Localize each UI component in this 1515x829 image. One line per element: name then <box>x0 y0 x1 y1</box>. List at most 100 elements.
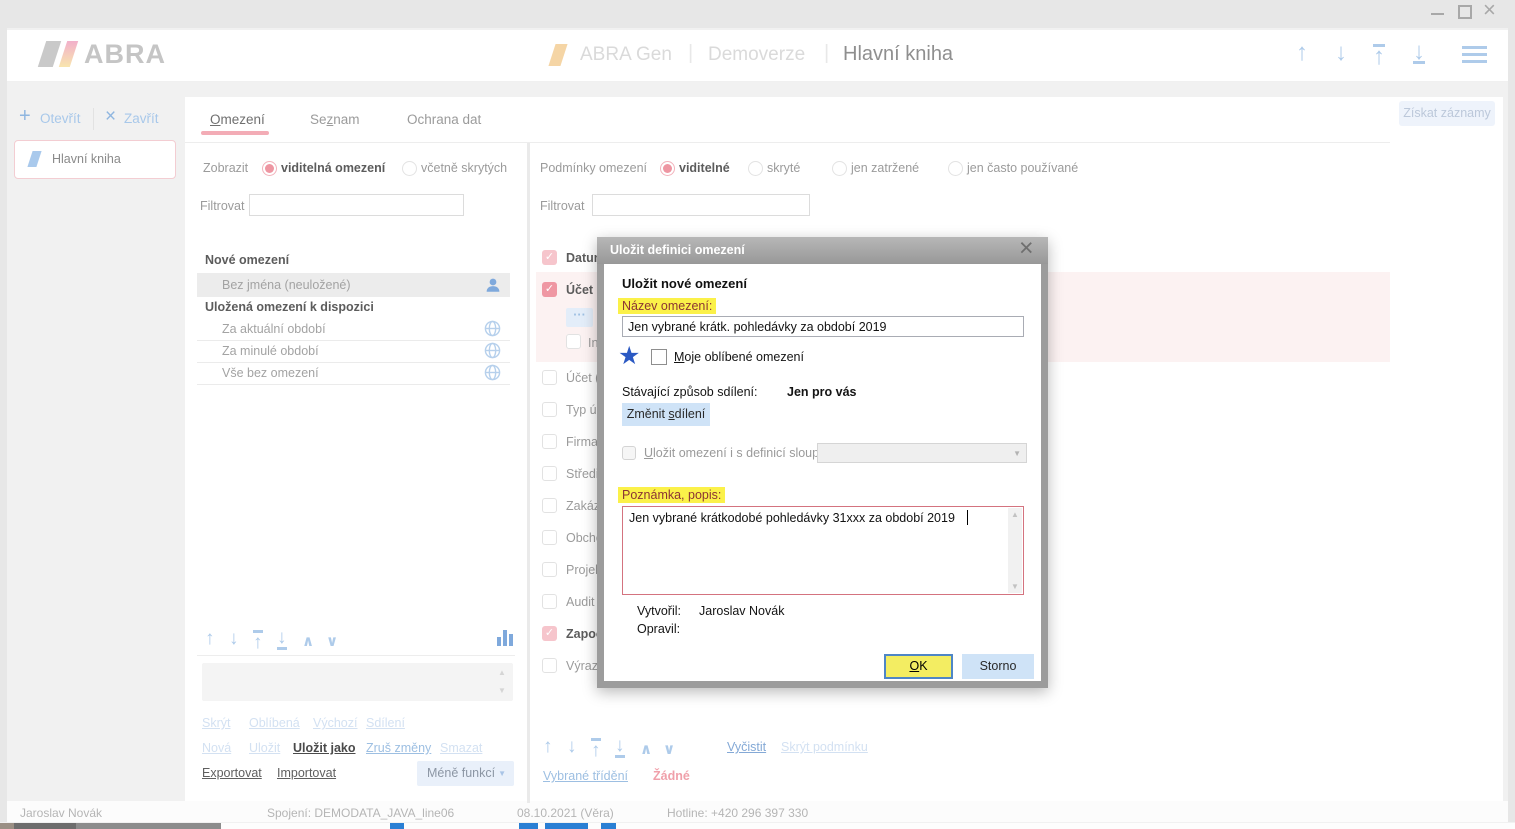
move-down-icon[interactable]: ↓ <box>567 737 577 756</box>
list-item-label: Za aktuální období <box>222 322 326 336</box>
link-vybrane-trideni[interactable]: Vybrané třídění <box>543 769 628 783</box>
move-bottom-icon[interactable]: ↓ <box>615 736 625 758</box>
taskbar-icon <box>519 823 538 829</box>
link-ulozit-jako[interactable]: Uložit jako <box>293 741 356 755</box>
condition-label[interactable]: Účet <box>566 283 593 297</box>
radio-conditions-frequent-label[interactable]: jen často používané <box>967 161 1078 175</box>
dialog-close-icon[interactable]: × <box>1019 234 1034 263</box>
close-window-button[interactable]: × <box>1483 0 1496 23</box>
checkbox-stredisko[interactable] <box>542 466 557 481</box>
checkbox-audit[interactable] <box>542 594 557 609</box>
scroll-up-icon[interactable]: ▲ <box>1011 510 1019 519</box>
checkbox-firma[interactable] <box>542 434 557 449</box>
checkbox-datum[interactable]: ✓ <box>542 250 557 265</box>
filter-input-middle[interactable] <box>592 194 810 216</box>
link-smazat[interactable]: Smazat <box>440 741 482 755</box>
link-zrus-zmeny[interactable]: Zruš změny <box>366 741 431 755</box>
radio-conditions-frequent[interactable] <box>948 161 963 176</box>
link-ulozit[interactable]: Uložit <box>249 741 280 755</box>
maximize-button[interactable] <box>1458 5 1472 19</box>
expression-box-disabled <box>202 663 513 701</box>
status-hotline: Hotline: +420 296 397 330 <box>667 806 808 820</box>
radio-hidden-label[interactable]: včetně skrytých <box>421 161 507 175</box>
radio-conditions-checked-label[interactable]: jen zatržené <box>851 161 919 175</box>
checkbox-vyraz[interactable] <box>542 658 557 673</box>
chevron-down-icon[interactable]: ∨ <box>326 632 338 651</box>
close-button[interactable]: Zavřít <box>124 111 159 126</box>
spinner-up-icon[interactable]: ▲ <box>498 668 506 677</box>
header-move-up-icon[interactable]: ↑ <box>1296 43 1308 62</box>
tab-seznam[interactable]: Seznam <box>310 112 360 127</box>
condition-label[interactable]: Audit <box>566 595 595 609</box>
move-bottom-icon[interactable]: ↓ <box>277 628 287 650</box>
minimize-button[interactable] <box>1431 13 1444 15</box>
filter-label: Filtrovat <box>540 199 584 213</box>
header-move-top-icon[interactable]: ↑ <box>1373 44 1385 66</box>
checkbox-inv[interactable] <box>566 334 581 349</box>
status-date: 08.10.2021 (Věra) <box>517 806 614 820</box>
text-cursor <box>967 510 968 525</box>
change-sharing-button[interactable]: Změnit sdílení <box>622 403 710 426</box>
checkbox-typ-uctu[interactable] <box>542 402 557 417</box>
link-vycistit[interactable]: Vyčistit <box>727 740 766 754</box>
less-functions-dropdown[interactable]: Méně funkcí ▼ <box>417 761 514 786</box>
checkbox-zapocteni[interactable]: ✓ <box>542 626 557 641</box>
condition-label[interactable]: Výraz <box>566 659 598 673</box>
radio-conditions-checked[interactable] <box>832 161 847 176</box>
link-importovat[interactable]: Importovat <box>277 766 336 780</box>
checkbox-ucet[interactable]: ✓ <box>542 282 557 297</box>
favorite-label[interactable]: Moje oblíbené omezení <box>674 350 804 364</box>
scroll-down-icon[interactable]: ▼ <box>1011 582 1019 591</box>
tab-ochrana-dat[interactable]: Ochrana dat <box>407 112 481 127</box>
hamburger-menu-icon[interactable] <box>1462 46 1487 64</box>
link-nova[interactable]: Nová <box>202 741 231 755</box>
chevron-up-icon[interactable]: ∧ <box>640 740 652 759</box>
checkbox-obchod[interactable] <box>542 530 557 545</box>
move-up-icon[interactable]: ↑ <box>205 629 215 648</box>
favorite-checkbox[interactable] <box>651 349 667 365</box>
radio-visible-restrictions[interactable] <box>262 161 277 176</box>
sidebar-button-divider <box>93 108 94 130</box>
condition-label[interactable]: Firma <box>566 435 598 449</box>
header-move-bottom-icon[interactable]: ↓ <box>1413 42 1425 64</box>
spinner-down-icon[interactable]: ▼ <box>498 686 506 695</box>
chevron-up-icon[interactable]: ∧ <box>302 632 314 651</box>
filter-input-left[interactable] <box>249 194 464 216</box>
taskbar-segment <box>0 823 14 829</box>
radio-conditions-visible[interactable] <box>660 161 675 176</box>
link-sdileni[interactable]: Sdílení <box>366 716 405 730</box>
bar-chart-icon[interactable] <box>497 630 515 646</box>
note-textarea[interactable]: Jen vybrané krátkodobé pohledávky 31xxx … <box>622 506 1024 595</box>
radio-visible-label[interactable]: viditelná omezení <box>281 161 385 175</box>
dots-button[interactable]: ··· <box>566 308 593 327</box>
radio-conditions-hidden[interactable] <box>748 161 763 176</box>
move-top-icon[interactable]: ↑ <box>253 630 263 652</box>
get-records-button[interactable]: Získat záznamy <box>1399 101 1495 126</box>
link-skryt[interactable]: Skrýt <box>202 716 230 730</box>
textarea-scrollbar[interactable]: ▲ ▼ <box>1008 508 1022 593</box>
checkbox-projekt[interactable] <box>542 562 557 577</box>
radio-conditions-hidden-label[interactable]: skryté <box>767 161 800 175</box>
radio-including-hidden[interactable] <box>402 161 417 176</box>
move-down-icon[interactable]: ↓ <box>229 629 239 648</box>
move-top-icon[interactable]: ↑ <box>591 738 601 760</box>
header-move-down-icon[interactable]: ↓ <box>1335 43 1347 62</box>
taskbar-icon <box>601 823 616 829</box>
checkbox-ucet-z[interactable] <box>542 370 557 385</box>
share-mode-label: Stávající způsob sdílení: <box>622 385 758 399</box>
link-skryt-podminku[interactable]: Skrýt podmínku <box>781 740 868 754</box>
right-side-pane <box>1390 97 1503 803</box>
module-title: Hlavní kniha <box>843 43 953 66</box>
restriction-name-input[interactable] <box>622 316 1024 337</box>
link-oblibena[interactable]: Oblíbená <box>249 716 300 730</box>
ok-button[interactable]: OK <box>884 654 953 679</box>
open-button[interactable]: Otevřít <box>40 111 81 126</box>
checkbox-zakazka[interactable] <box>542 498 557 513</box>
move-up-icon[interactable]: ↑ <box>543 737 553 756</box>
chevron-down-icon[interactable]: ∨ <box>663 740 675 759</box>
link-exportovat[interactable]: Exportovat <box>202 766 262 780</box>
tab-omezeni[interactable]: Omezení <box>210 112 265 127</box>
link-vychozi[interactable]: Výchozí <box>313 716 357 730</box>
radio-conditions-visible-label[interactable]: viditelné <box>679 161 730 175</box>
cancel-button[interactable]: Storno <box>962 654 1034 679</box>
